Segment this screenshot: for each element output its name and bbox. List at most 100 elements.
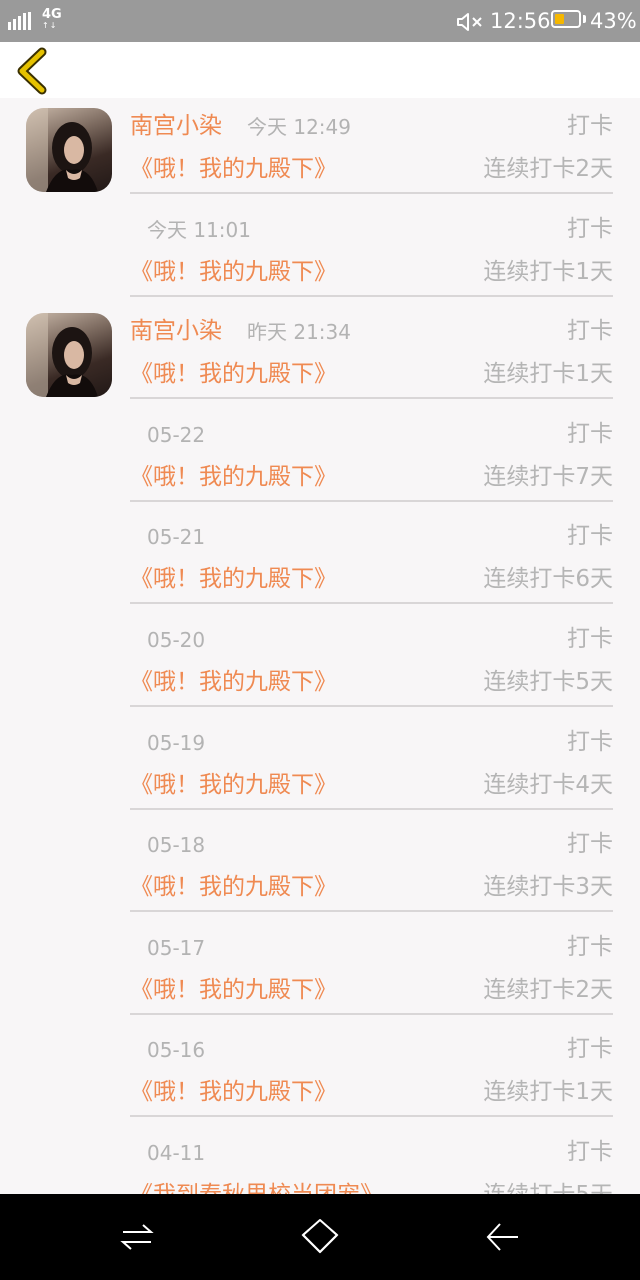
streak-count: 连续打卡1天: [483, 258, 613, 285]
entry-header: 05-16 打卡: [130, 1033, 613, 1065]
status-bar: 4G ↑↓ 12:56 43%: [0, 0, 640, 42]
book-title-link[interactable]: 《哦！我的九殿下》: [130, 357, 337, 391]
battery-icon: [551, 10, 581, 28]
book-title-link[interactable]: 《哦！我的九殿下》: [130, 255, 337, 289]
list-item[interactable]: 05-16 打卡《哦！我的九殿下》 连续打卡1天: [0, 1021, 640, 1124]
author-name[interactable]: 南宫小染: [130, 315, 222, 347]
network-arrows: ↑↓: [42, 21, 58, 30]
entry-header: 05-17 打卡: [130, 931, 613, 963]
switch-apps-icon[interactable]: [112, 1214, 162, 1260]
streak-count: 连续打卡1天: [483, 361, 613, 388]
entry-detail: 《哦！我的九殿下》 连续打卡2天: [130, 973, 613, 1009]
battery-percent: 43%: [590, 9, 637, 33]
book-title-link[interactable]: 《哦！我的九殿下》: [130, 768, 337, 802]
streak-count: 连续打卡5天: [483, 668, 613, 695]
list-item[interactable]: 05-20 打卡《哦！我的九殿下》 连续打卡5天: [0, 611, 640, 714]
checkin-list[interactable]: 南宫小染 今天 12:49 打卡 《哦！我的九殿下》 连续打卡2天 今天 11:01 打卡《…: [0, 98, 640, 1194]
timestamp: 05-20: [147, 627, 206, 652]
entry-header: 05-22 打卡: [130, 418, 613, 450]
timestamp: 昨天 21:34: [247, 320, 351, 345]
mute-icon: [457, 13, 482, 31]
entry-detail: 《哦！我的九殿下》 连续打卡2天: [130, 152, 613, 188]
entry-header: 05-21 打卡: [130, 520, 613, 552]
entry-detail: 《哦！我的九殿下》 连续打卡5天: [130, 665, 613, 701]
action-label: 打卡: [567, 625, 613, 652]
entry-header: 南宫小染 今天 12:49 打卡: [130, 110, 613, 142]
entry-header: 04-11 打卡: [130, 1136, 613, 1168]
entry-detail: 《哦！我的九殿下》 连续打卡4天: [130, 768, 613, 804]
list-item[interactable]: 05-18 打卡 《哦！我的九殿下》 连续打卡3天: [0, 816, 640, 919]
battery-level: [555, 14, 565, 24]
list-item[interactable]: 今天 11:01 打卡《哦！我的九殿下》 连续打卡1天: [0, 201, 640, 304]
entry-header: 05-18 打卡: [130, 828, 613, 860]
book-title-link[interactable]: 《哦！我的九殿下》: [130, 973, 337, 1007]
action-label: 打卡: [567, 420, 613, 447]
timestamp: 04-11: [147, 1140, 206, 1165]
checkin-entry[interactable]: 05-16 打卡《哦！我的九殿下》 连续打卡1天: [130, 1021, 613, 1118]
timestamp: 05-18: [147, 833, 206, 858]
avatar-photo: [26, 108, 98, 192]
action-label: 打卡: [567, 728, 613, 755]
checkin-entry[interactable]: 05-22 打卡《哦！我的九殿下》 连续打卡7天: [130, 406, 613, 502]
entry-detail: 《哦！我的九殿下》 连续打卡7天: [130, 460, 613, 496]
checkin-entry[interactable]: 05-17 打卡《哦！我的九殿下》 连续打卡2天: [130, 919, 613, 1015]
system-nav-bar: [0, 1194, 640, 1280]
action-label: 打卡: [567, 113, 613, 139]
chevron-left-icon[interactable]: [10, 46, 54, 96]
avatar[interactable]: [26, 108, 112, 192]
book-title-link[interactable]: 《哦！我的九殿下》: [130, 1075, 337, 1109]
book-title-link[interactable]: 《哦！我的九殿下》: [130, 460, 337, 494]
streak-count: 连续打卡3天: [483, 874, 613, 901]
streak-count: 连续打卡5天: [483, 1178, 613, 1194]
book-title-link[interactable]: 《哦！我的九殿下》: [130, 152, 337, 186]
book-title-link[interactable]: 《哦！我的九殿下》: [130, 665, 337, 699]
back-arrow-icon[interactable]: [478, 1214, 528, 1260]
checkin-entry[interactable]: 南宫小染 昨天 21:34 打卡 《哦！我的九殿下》 连续打卡1天: [130, 303, 613, 400]
action-label: 打卡: [567, 1138, 613, 1165]
book-title-link[interactable]: 《哦！我的九殿下》: [130, 870, 337, 904]
timestamp: 今天 12:49: [247, 115, 351, 139]
entry-header: 05-19 打卡: [130, 726, 613, 758]
list-item[interactable]: 05-21 打卡《哦！我的九殿下》 连续打卡6天: [0, 508, 640, 611]
streak-count: 连续打卡4天: [483, 771, 613, 798]
timestamp: 今天 11:01: [147, 217, 251, 242]
book-title-link[interactable]: 《哦！我的九殿下》: [130, 562, 337, 596]
top-nav-bar: [0, 42, 640, 98]
list-item[interactable]: 05-17 打卡《哦！我的九殿下》 连续打卡2天: [0, 919, 640, 1022]
timestamp: 05-16: [147, 1038, 206, 1063]
checkin-entry[interactable]: 05-19 打卡 《哦！我的九殿下》 连续打卡4天: [130, 714, 613, 810]
action-label: 打卡: [567, 215, 613, 242]
entry-detail: 《哦！我的九殿下》 连续打卡1天: [130, 357, 613, 393]
timestamp: 05-17: [147, 935, 206, 960]
avatar[interactable]: [26, 313, 112, 398]
list-item[interactable]: 南宫小染 昨天 21:34 打卡 《哦！我的九殿下》 连续打卡1天: [0, 303, 640, 406]
list-item[interactable]: 05-22 打卡《哦！我的九殿下》 连续打卡7天: [0, 406, 640, 509]
list-item[interactable]: 04-11 打卡《我到春秋里校当团宠》 连续打卡5天: [0, 1124, 640, 1194]
entry-detail: 《哦！我的九殿下》 连续打卡1天: [130, 255, 613, 291]
network-indicator: 4G ↑↓: [42, 8, 62, 30]
checkin-entry[interactable]: 今天 11:01 打卡《哦！我的九殿下》 连续打卡1天: [130, 201, 613, 297]
checkin-entry[interactable]: 04-11 打卡《我到春秋里校当团宠》 连续打卡5天: [130, 1124, 613, 1194]
clock: 12:56: [490, 9, 551, 33]
checkin-entry[interactable]: 05-18 打卡 《哦！我的九殿下》 连续打卡3天: [130, 816, 613, 913]
entry-header: 今天 11:01 打卡: [130, 213, 613, 245]
checkin-entry[interactable]: 05-20 打卡《哦！我的九殿下》 连续打卡5天: [130, 611, 613, 707]
action-label: 打卡: [567, 933, 613, 960]
checkin-entry[interactable]: 05-21 打卡《哦！我的九殿下》 连续打卡6天: [130, 508, 613, 605]
streak-count: 连续打卡1天: [483, 1079, 613, 1106]
timestamp: 05-21: [147, 525, 206, 550]
network-type: 4G: [42, 7, 62, 22]
entry-header: 05-20 打卡: [130, 623, 613, 655]
list-item[interactable]: 05-19 打卡 《哦！我的九殿下》 连续打卡4天: [0, 714, 640, 817]
action-label: 打卡: [567, 1036, 613, 1063]
streak-count: 连续打卡2天: [483, 156, 613, 182]
streak-count: 连续打卡6天: [483, 566, 613, 593]
book-title-link[interactable]: 《我到春秋里校当团宠》: [130, 1178, 383, 1194]
checkin-entry[interactable]: 南宫小染 今天 12:49 打卡《哦！我的九殿下》 连续打卡2天: [130, 98, 613, 194]
author-name[interactable]: 南宫小染: [130, 110, 222, 142]
action-label: 打卡: [567, 523, 613, 550]
entry-detail: 《我到春秋里校当团宠》 连续打卡5天: [130, 1178, 613, 1194]
home-icon[interactable]: [295, 1214, 345, 1260]
list-item[interactable]: 南宫小染 今天 12:49 打卡《哦！我的九殿下》 连续打卡2天: [0, 98, 640, 201]
entry-header: 南宫小染 昨天 21:34 打卡: [130, 315, 613, 347]
